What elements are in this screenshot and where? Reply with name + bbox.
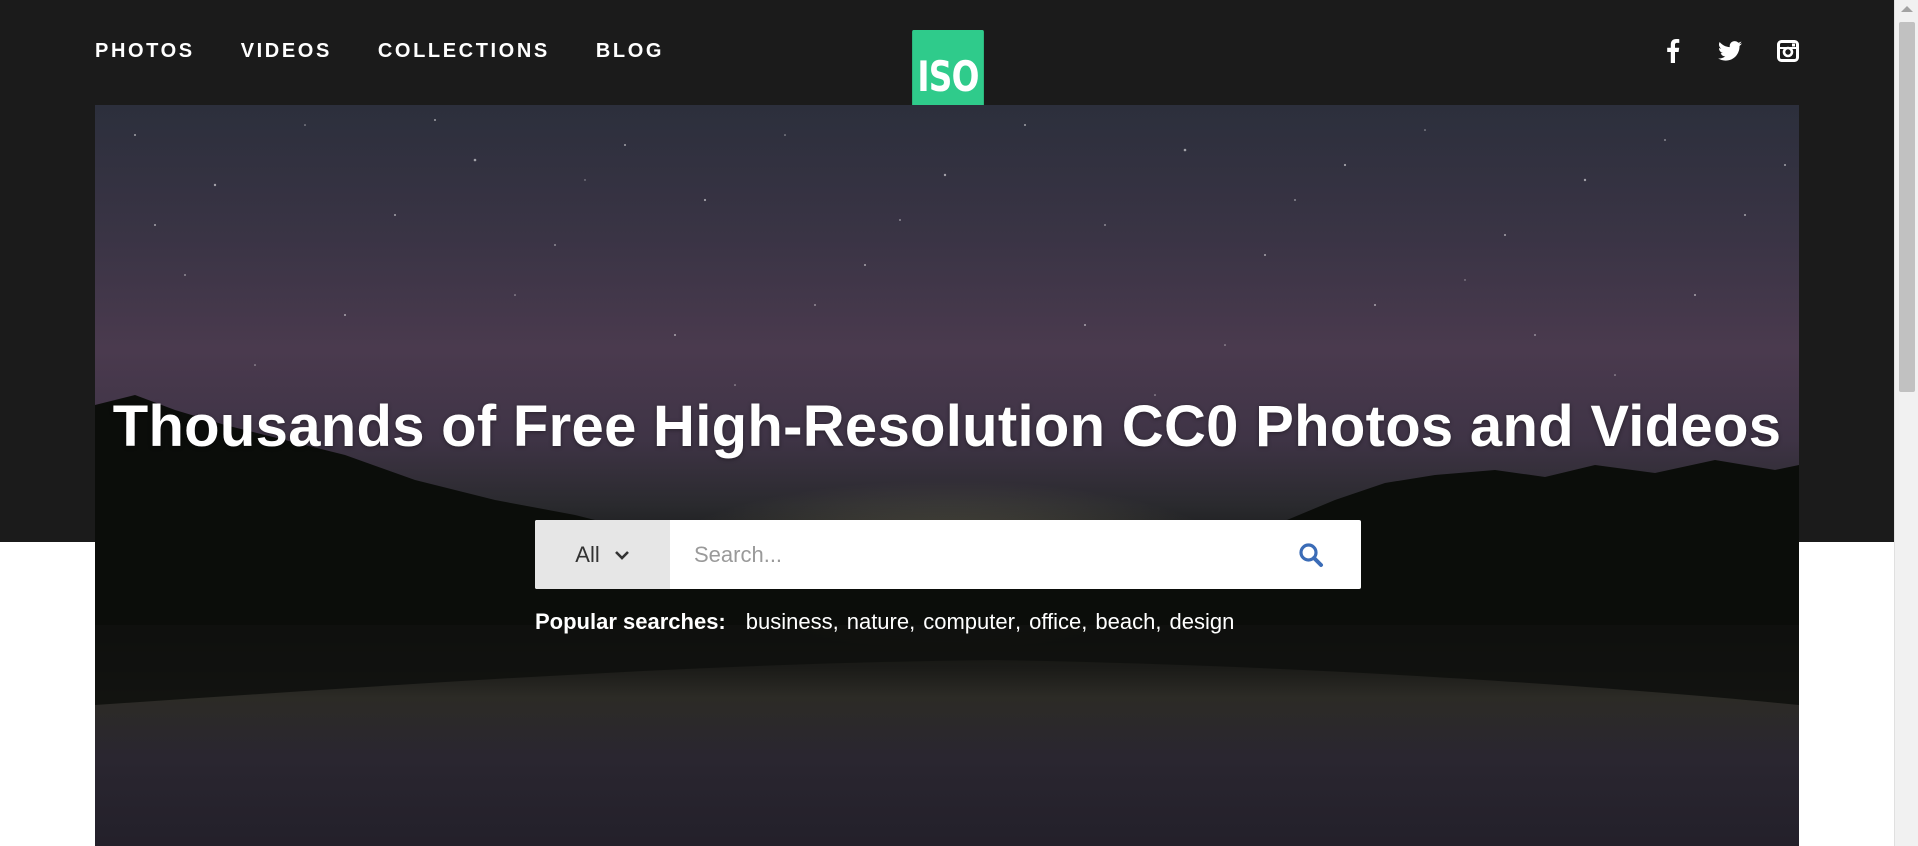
search-bar: All: [535, 520, 1361, 589]
popular-term-computer[interactable]: computer: [923, 609, 1015, 635]
term-separator: ,: [909, 609, 916, 634]
popular-term-design[interactable]: design: [1169, 609, 1234, 635]
term-separator: ,: [1155, 609, 1162, 634]
popular-term-business[interactable]: business: [746, 609, 833, 635]
scrollbar-thumb[interactable]: [1899, 22, 1915, 392]
facebook-icon[interactable]: [1660, 38, 1686, 64]
logo-text: ISO: [917, 51, 979, 101]
popular-searches-label: Popular searches:: [535, 609, 726, 634]
search-icon: [1299, 542, 1323, 567]
instagram-icon[interactable]: [1775, 38, 1801, 64]
hero-banner: Thousands of Free High-Resolution CC0 Ph…: [95, 105, 1799, 846]
term-separator: ,: [1081, 609, 1088, 634]
term-separator: ,: [832, 609, 839, 634]
hero-title: Thousands of Free High-Resolution CC0 Ph…: [112, 394, 1782, 459]
scroll-up-arrow-icon[interactable]: [1901, 6, 1913, 12]
search-type-value: All: [575, 541, 600, 567]
popular-term-nature[interactable]: nature: [847, 609, 909, 635]
popular-term-office[interactable]: office: [1029, 609, 1081, 635]
hero-landscape-image: [95, 395, 1799, 705]
popular-term-beach[interactable]: beach: [1095, 609, 1155, 635]
main-nav: PHOTOS VIDEOS COLLECTIONS BLOG: [95, 40, 710, 63]
search-type-select[interactable]: All: [535, 520, 670, 589]
nav-blog[interactable]: BLOG: [596, 40, 664, 63]
chevron-down-icon: [614, 550, 629, 560]
nav-photos[interactable]: PHOTOS: [95, 40, 195, 63]
page-scrollbar[interactable]: [1894, 0, 1918, 846]
popular-searches: Popular searches: business, nature, comp…: [535, 609, 1234, 635]
twitter-icon[interactable]: [1717, 38, 1743, 64]
term-separator: ,: [1014, 609, 1022, 634]
nav-collections[interactable]: COLLECTIONS: [378, 40, 550, 63]
nav-videos[interactable]: VIDEOS: [241, 40, 332, 63]
search-input[interactable]: [670, 520, 1261, 589]
search-button[interactable]: [1261, 520, 1361, 589]
